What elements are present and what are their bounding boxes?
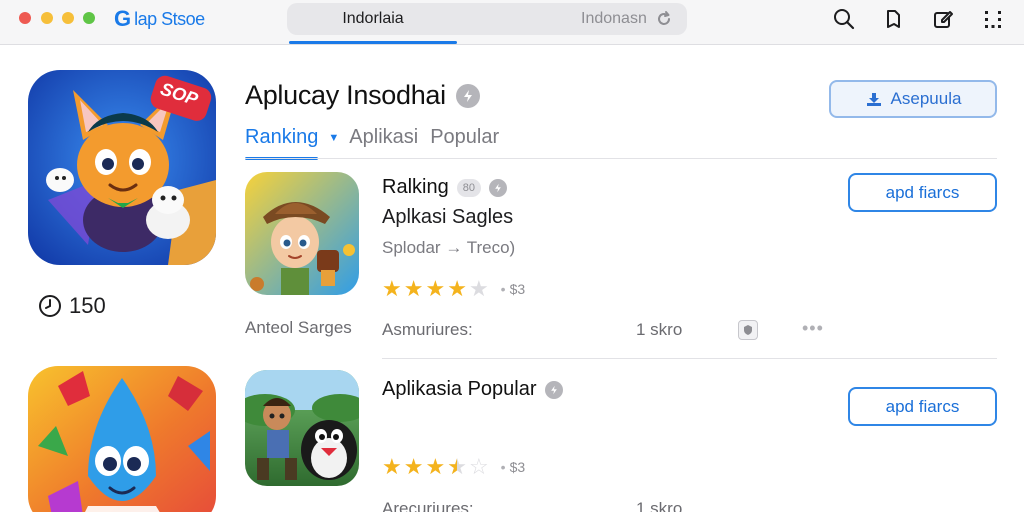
star-icon: ★ — [425, 276, 446, 301]
app-size: 1 skro — [636, 499, 683, 512]
featured-app-stat-value: 150 — [69, 293, 106, 318]
edit-icon[interactable] — [931, 7, 955, 31]
app-genre: Arecuriures: — [382, 499, 474, 512]
app-price-value: $3 — [509, 459, 526, 475]
tab-aplikasi[interactable]: Aplikasi — [349, 126, 418, 149]
app-logo-icon: G — [114, 6, 132, 31]
app-rating: ★ ★ ★ ★ ★ • $3 — [382, 278, 525, 300]
star-icon: ☆ — [468, 454, 489, 479]
app-brand: G lap Stsoe — [114, 6, 205, 32]
more-icon[interactable]: ••• — [802, 318, 824, 339]
shield-icon[interactable] — [738, 320, 758, 340]
app-title[interactable]: Ralking — [382, 176, 449, 199]
grid-icon[interactable] — [981, 7, 1005, 31]
app-price-value: $3 — [509, 281, 526, 297]
verified-icon — [455, 83, 480, 108]
featured-app-title-row: Aplucay Insodhai — [245, 80, 480, 111]
tab-popular[interactable]: Popular — [430, 126, 499, 149]
app-badge: 80 — [456, 178, 481, 197]
verified-icon — [544, 380, 563, 399]
category-nav: Ranking ▼ Aplikasi Popular — [245, 126, 499, 160]
tab-strip: Indorlaia Indonasn — [287, 3, 687, 35]
app-title-row-1: Ralking 80 — [382, 176, 507, 199]
app-title-row-2: Aplikasia Popular — [382, 378, 563, 401]
app-icon-1[interactable] — [245, 172, 359, 295]
get-app-label: apd fiarcs — [885, 396, 960, 416]
app-meta: Splodar → Treco) — [382, 238, 516, 257]
app-genre: Asmuriures: — [382, 320, 473, 339]
minimize-window-button[interactable] — [41, 12, 53, 24]
app-size: 1 skro — [636, 320, 683, 339]
clock-icon — [39, 295, 61, 317]
featured-app-icon[interactable]: SOP — [28, 70, 216, 265]
app-rating: ★ ★ ★ ★★ ☆ •$3 — [382, 456, 525, 478]
featured-action-label: Asepuula — [890, 89, 962, 108]
close-window-button[interactable] — [19, 12, 31, 24]
get-app-button[interactable]: apd fiarcs — [848, 173, 997, 212]
tab-active-indicator — [289, 41, 457, 44]
app-subtitle: Aplkasi Sagles — [382, 206, 514, 228]
star-icon: ★ — [447, 276, 467, 301]
star-icon: ★ — [468, 276, 489, 301]
tab-search-label: Indonasn — [581, 10, 647, 27]
star-icon: ★ — [403, 276, 424, 301]
star-icon: ★ — [425, 454, 446, 479]
featured-action-button[interactable]: Asepuula — [829, 80, 997, 118]
get-app-label: apd fiarcs — [885, 182, 960, 202]
get-app-button[interactable]: apd fiarcs — [848, 387, 997, 426]
app-brand-name: lap Stsoe — [134, 8, 205, 29]
tab-search[interactable]: Indonasn — [581, 3, 673, 35]
page-title: Aplucay Insodhai — [245, 80, 446, 110]
star-icon: ★ — [382, 454, 402, 479]
star-icon: ★ — [403, 454, 424, 479]
app-icon-side[interactable] — [28, 366, 216, 512]
tab-active[interactable]: Indorlaia — [287, 3, 459, 35]
chevron-down-icon[interactable]: ▼ — [328, 132, 339, 144]
divider — [382, 358, 997, 359]
divider — [245, 158, 997, 159]
app-icon-2[interactable] — [245, 370, 359, 486]
star-half-icon: ★★ — [447, 454, 467, 479]
search-icon[interactable] — [832, 7, 856, 31]
title-bar: G lap Stsoe Indorlaia Indonasn — [0, 0, 1024, 45]
refresh-icon[interactable] — [655, 10, 673, 28]
verified-icon — [488, 178, 507, 197]
window-control-button[interactable] — [62, 12, 74, 24]
tab-ranking[interactable]: Ranking — [245, 126, 319, 160]
app-price: • $3 — [500, 459, 526, 475]
bookmark-icon[interactable] — [881, 7, 905, 31]
featured-app-caption: Anteol Sarges — [245, 318, 352, 337]
star-icon: ★ — [382, 276, 402, 301]
app-price: • $3 — [500, 281, 526, 297]
zoom-window-button[interactable] — [83, 12, 95, 24]
app-title[interactable]: Aplikasia Popular — [382, 378, 537, 401]
download-icon — [866, 93, 881, 106]
featured-app-stat: 150 — [38, 293, 106, 319]
